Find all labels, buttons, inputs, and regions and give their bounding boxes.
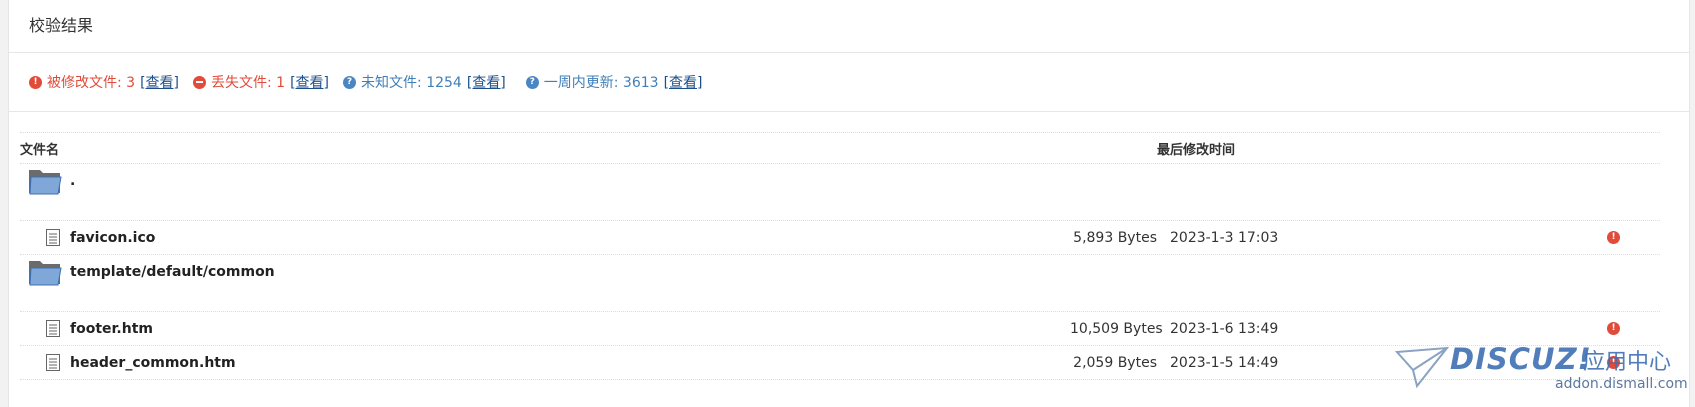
file-name: favicon.ico	[70, 229, 156, 246]
question-icon: ?	[525, 75, 539, 89]
file-icon	[46, 354, 60, 371]
file-name: footer.htm	[70, 320, 153, 337]
table-row: .	[20, 164, 1660, 221]
warning-icon: !	[1607, 322, 1620, 335]
summary-unknown: ? 未知文件: 1254 [查看]	[343, 72, 506, 92]
watermark-url: addon.dismall.com	[1555, 376, 1688, 392]
file-size: 10,509 Bytes	[1070, 320, 1163, 337]
summary-modified: ! 被修改文件: 3 [查看]	[29, 72, 179, 92]
summary-week-updated: ? 一周内更新: 3613 [查看]	[525, 72, 703, 92]
file-icon	[46, 229, 60, 246]
summary-week-label: 一周内更新: 3613	[543, 75, 659, 91]
panel-title: 校验结果	[9, 0, 1689, 53]
file-modified-time: 2023-1-6 13:49	[1170, 320, 1279, 337]
summary-unknown-label: 未知文件: 1254	[361, 75, 462, 91]
file-name: header_common.htm	[70, 354, 236, 371]
dir-name: .	[70, 173, 76, 189]
file-size: 5,893 Bytes	[1073, 229, 1157, 246]
view-week-link[interactable]: [查看]	[664, 72, 703, 92]
file-icon	[46, 320, 60, 337]
minus-circle-icon	[193, 75, 207, 89]
header-modified: 最后修改时间	[1157, 142, 1236, 158]
summary-missing: 丢失文件: 1 [查看]	[193, 72, 329, 92]
view-modified-link[interactable]: [查看]	[140, 72, 179, 92]
paper-plane-icon	[1395, 346, 1449, 389]
discuz-watermark: DISCUZ! 应用中心 addon.dismall.com	[1395, 340, 1688, 400]
table-row: favicon.ico 5,893 Bytes 2023-1-3 17:03 !	[20, 221, 1660, 255]
folder-icon	[29, 170, 62, 195]
table-header: 文件名 最后修改时间	[20, 133, 1660, 164]
summary-modified-label: 被修改文件: 3	[47, 75, 136, 91]
watermark-cn: 应用中心	[1583, 350, 1672, 375]
warning-icon: !	[29, 75, 42, 89]
warning-icon: !	[1607, 231, 1620, 244]
summary-missing-label: 丢失文件: 1	[211, 75, 286, 91]
watermark-brand: DISCUZ!	[1450, 342, 1592, 376]
folder-icon	[29, 261, 62, 286]
header-filename: 文件名	[20, 142, 60, 158]
file-modified-time: 2023-1-3 17:03	[1170, 229, 1279, 246]
table-row: template/default/common	[20, 255, 1660, 312]
dir-name: template/default/common	[70, 264, 275, 280]
file-size: 2,059 Bytes	[1073, 354, 1157, 371]
question-icon: ?	[343, 75, 357, 89]
summary-bar: ! 被修改文件: 3 [查看] 丢失文件: 1 [查看] ? 未知文件: 125…	[9, 53, 1689, 112]
view-unknown-link[interactable]: [查看]	[467, 72, 506, 92]
view-missing-link[interactable]: [查看]	[290, 72, 329, 92]
